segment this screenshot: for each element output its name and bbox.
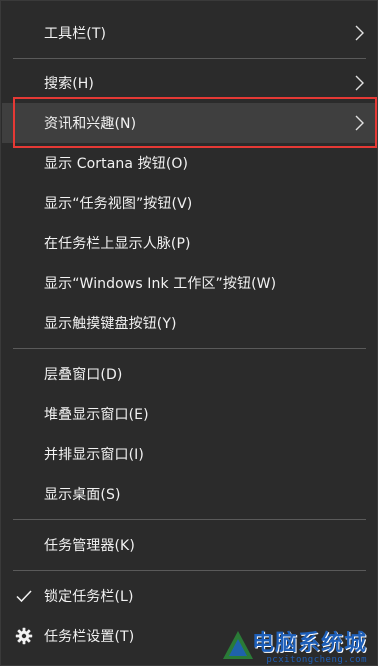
menu-item-show-people[interactable]: 在任务栏上显示人脉(P)	[2, 223, 376, 263]
menu-item-news-and-interests[interactable]: 资讯和兴趣(N)	[2, 103, 376, 143]
menu-item-label: 显示触摸键盘按钮(Y)	[44, 316, 177, 332]
menu-item-search[interactable]: 搜索(H)	[2, 63, 376, 103]
watermark-url: pcxitongcheng.com	[266, 655, 367, 665]
checkmark-icon	[16, 590, 32, 603]
menu-item-label: 层叠窗口(D)	[44, 367, 123, 383]
menu-item-lock-taskbar[interactable]: 锁定任务栏(L)	[2, 576, 376, 616]
menu-item-show-windows-ink-button[interactable]: 显示“Windows Ink 工作区”按钮(W)	[2, 263, 376, 303]
menu-item-task-manager[interactable]: 任务管理器(K)	[2, 525, 376, 565]
chevron-right-icon	[355, 25, 364, 41]
menu-item-label: 显示“Windows Ink 工作区”按钮(W)	[44, 276, 277, 292]
menu-item-cascade-windows[interactable]: 层叠窗口(D)	[2, 354, 376, 394]
menu-item-label: 搜索(H)	[44, 76, 94, 92]
chevron-right-icon	[355, 115, 364, 131]
menu-item-label: 资讯和兴趣(N)	[44, 116, 137, 132]
menu-separator	[13, 519, 366, 520]
menu-separator	[13, 570, 366, 571]
menu-item-label: 显示 Cortana 按钮(O)	[44, 156, 189, 172]
menu-item-show-task-view-button[interactable]: 显示“任务视图”按钮(V)	[2, 183, 376, 223]
gear-icon	[15, 627, 33, 645]
menu-item-stack-windows[interactable]: 堆叠显示窗口(E)	[2, 394, 376, 434]
menu-item-taskbar-settings[interactable]: 任务栏设置(T)	[2, 616, 376, 656]
menu-item-label: 堆叠显示窗口(E)	[44, 407, 149, 423]
menu-item-label: 显示“任务视图”按钮(V)	[44, 196, 193, 212]
menu-item-show-touch-keyboard-button[interactable]: 显示触摸键盘按钮(Y)	[2, 303, 376, 343]
menu-item-side-by-side-windows[interactable]: 并排显示窗口(I)	[2, 434, 376, 474]
chevron-right-icon	[355, 75, 364, 91]
menu-item-label: 任务栏设置(T)	[44, 629, 135, 645]
menu-item-label: 并排显示窗口(I)	[44, 447, 144, 463]
menu-item-toolbars[interactable]: 工具栏(T)	[2, 13, 376, 53]
menu-item-label: 显示桌面(S)	[44, 487, 121, 503]
menu-item-label: 在任务栏上显示人脉(P)	[44, 236, 191, 252]
menu-item-label: 任务管理器(K)	[44, 538, 135, 554]
menu-item-show-cortana-button[interactable]: 显示 Cortana 按钮(O)	[2, 143, 376, 183]
taskbar-context-menu: 工具栏(T) 搜索(H) 资讯和兴趣(N) 显示 Cortana 按钮(O) 显…	[0, 0, 378, 666]
menu-separator	[13, 58, 366, 59]
menu-item-label: 锁定任务栏(L)	[44, 589, 134, 605]
menu-item-label: 工具栏(T)	[44, 26, 107, 42]
menu-separator	[13, 348, 366, 349]
menu-item-show-desktop[interactable]: 显示桌面(S)	[2, 474, 376, 514]
